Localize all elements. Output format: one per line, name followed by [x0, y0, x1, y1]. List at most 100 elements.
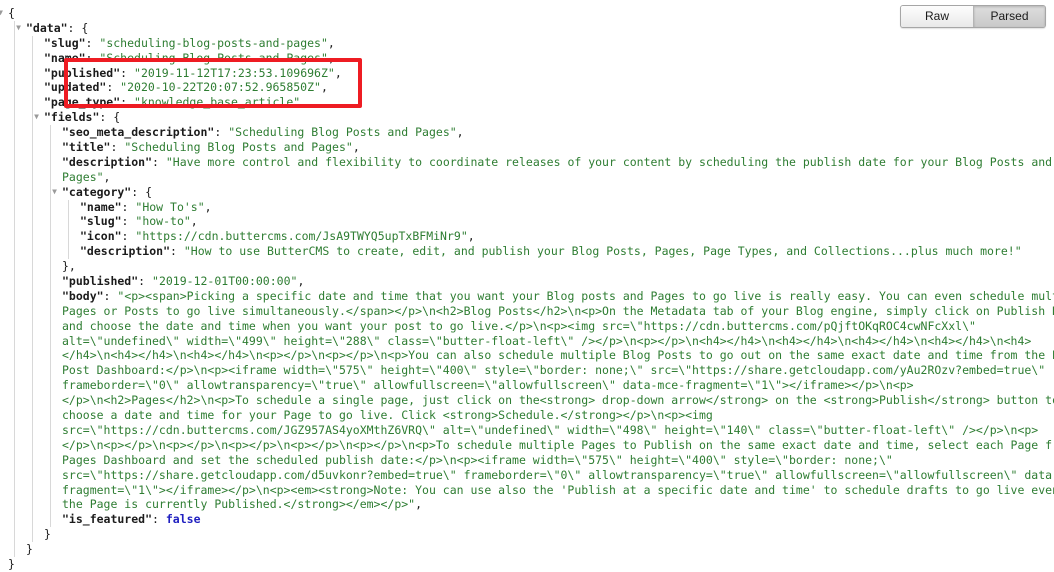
indent-guide [32, 437, 33, 453]
indent-guide [14, 422, 15, 438]
expand-collapse-triangle-icon[interactable]: ▼ [32, 110, 41, 125]
indent-guide [14, 408, 15, 423]
json-punctuation: : { [99, 110, 121, 125]
view-mode-toggle-group[interactable]: Raw Parsed [900, 5, 1046, 28]
json-line: ▼ "category": { [0, 184, 1054, 200]
indent-guide [50, 244, 51, 260]
expand-collapse-triangle-icon[interactable]: ▼ [50, 185, 59, 200]
json-line-text: "is_featured": false [62, 512, 201, 526]
json-line: "name": "Scheduling Blog Posts and Pages… [0, 50, 1054, 66]
json-line-text: the Page is currently Published.</strong… [62, 497, 422, 511]
json-string-value: "<p><span>Picking a specific date and ti… [117, 288, 1054, 303]
json-boolean-value: false [165, 512, 201, 527]
json-punctuation: } [26, 542, 33, 557]
json-key: "updated" [44, 80, 107, 95]
json-string-value: "how-to" [135, 214, 191, 229]
json-line-text: "category": { [62, 185, 152, 199]
parsed-view-button[interactable]: Parsed [973, 6, 1045, 27]
json-punctuation: , [467, 229, 475, 244]
indent-guide [14, 393, 15, 409]
indent-guide [50, 125, 51, 141]
indent-guide [50, 259, 51, 275]
expand-collapse-triangle-icon[interactable]: ▼ [0, 6, 5, 21]
indent-guide [32, 422, 33, 438]
indent-guide [14, 437, 15, 453]
json-viewer-panel[interactable]: ▼{▼ "data": {"slug": "scheduling-blog-pos… [0, 0, 1054, 571]
indent-guide [50, 452, 51, 468]
json-key: "description" [80, 244, 171, 259]
indent-guide [14, 169, 15, 185]
indent-guide [14, 363, 15, 379]
indent-guide [50, 378, 51, 394]
json-punctuation: , [327, 50, 335, 65]
json-string-value: "How To's" [135, 199, 205, 214]
expand-collapse-triangle-icon[interactable]: ▼ [14, 21, 23, 36]
indent-guide [32, 50, 33, 66]
json-string-value: Pages" [62, 169, 104, 184]
json-string-value: Pages or Posts to go live simultaneously… [62, 303, 1054, 318]
json-key: "body" [62, 288, 104, 303]
indent-guide [50, 318, 51, 334]
indent-guide [32, 154, 33, 170]
json-line: "updated": "2020-10-22T20:07:52.965850Z"… [0, 80, 1054, 96]
json-key: "fields" [44, 110, 100, 125]
indent-guide [32, 363, 33, 379]
json-line-text: "data": { [26, 21, 88, 35]
json-punctuation: , [204, 199, 212, 214]
indent-guide [50, 214, 51, 230]
indent-guide [32, 35, 33, 51]
indent-guide [32, 184, 33, 200]
json-key: "slug" [44, 35, 86, 50]
json-string-value: Post Dashboard:</p>\n<p><iframe width=\"… [62, 363, 1046, 378]
json-key: "icon" [80, 229, 122, 244]
json-string-value: "Have more control and flexibility to co… [165, 154, 1053, 169]
json-key: "published" [44, 65, 121, 80]
json-key: "category" [62, 184, 132, 199]
indent-guide [32, 527, 33, 543]
json-punctuation: , [300, 95, 308, 110]
json-line-text: Pages or Posts to go live simultaneously… [62, 304, 1054, 318]
json-line-text: </p>\n<h2>Pages</h2>\n<p>To schedule a s… [62, 393, 1054, 407]
json-line: "published": "2019-12-01T00:00:00", [0, 274, 1054, 289]
indent-guide [32, 125, 33, 141]
indent-guide [14, 35, 15, 51]
json-line-text: }, [62, 259, 76, 273]
indent-guide [14, 110, 15, 126]
indent-guide [32, 274, 33, 289]
indent-guide [14, 527, 15, 543]
json-string-value: choose a date and time for your Page to … [62, 408, 713, 423]
json-line-text: "seo_meta_description": "Scheduling Blog… [62, 125, 464, 139]
raw-view-button[interactable]: Raw [901, 6, 973, 27]
json-string-value: "2020-10-22T20:07:52.965850Z" [120, 80, 321, 95]
indent-guide [50, 154, 51, 170]
indent-guide [50, 303, 51, 319]
json-punctuation: , [190, 214, 198, 229]
json-line: src=\"https://cdn.buttercms.com/JGZ957AS… [0, 422, 1054, 438]
json-punctuation: : [120, 65, 135, 80]
json-line: "published": "2019-11-12T17:23:53.109696… [0, 65, 1054, 81]
json-punctuation: : [121, 199, 136, 214]
json-line-text: "name": "Scheduling Blog Posts and Pages… [44, 51, 335, 65]
json-line-text: "slug": "scheduling-blog-posts-and-pages… [44, 36, 335, 50]
indent-guide [14, 214, 15, 230]
json-line: }, [0, 259, 1054, 275]
json-punctuation: : [152, 154, 166, 169]
json-line-text: frameborder=\"0\" allowtransparency=\"tr… [62, 378, 914, 392]
indent-guide [14, 50, 15, 66]
json-string-value: "How to use ButterCMS to create, edit, a… [183, 244, 1022, 259]
indent-guide [50, 467, 51, 483]
json-line-text: } [8, 557, 15, 571]
indent-guide [14, 154, 15, 170]
indent-guide [68, 199, 69, 215]
indent-guide [50, 408, 51, 423]
json-punctuation: , [103, 169, 111, 184]
json-string-value: "Scheduling Blog Posts and Pages" [99, 50, 328, 65]
json-punctuation: { [8, 6, 15, 20]
json-punctuation: : [85, 50, 100, 65]
json-punctuation: , [334, 65, 342, 80]
json-line-text: "page_type": "knowledge_base_article", [44, 95, 307, 109]
json-punctuation: : [120, 95, 135, 110]
json-line: "slug": "scheduling-blog-posts-and-pages… [0, 35, 1054, 51]
json-tree[interactable]: ▼{▼ "data": {"slug": "scheduling-blog-pos… [0, 6, 1054, 572]
indent-guide [14, 318, 15, 334]
